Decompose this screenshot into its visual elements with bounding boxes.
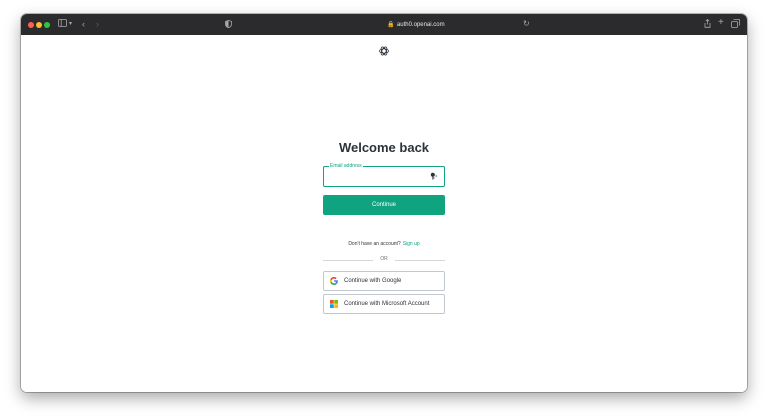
shield-icon[interactable] bbox=[225, 19, 232, 31]
sidebar-icon[interactable] bbox=[58, 18, 67, 30]
sign-up-link[interactable]: Sign up bbox=[403, 241, 420, 247]
continue-with-google-button[interactable]: Continue with Google bbox=[323, 271, 445, 291]
divider-line-right bbox=[395, 260, 445, 261]
microsoft-icon bbox=[330, 300, 338, 308]
microsoft-button-label: Continue with Microsoft Account bbox=[344, 301, 430, 307]
reload-icon[interactable]: ↻ bbox=[523, 18, 530, 30]
lock-icon: 🔒 bbox=[387, 22, 395, 28]
address-bar[interactable]: 🔒 auth0.openai.com bbox=[361, 20, 471, 30]
openai-logo-icon bbox=[379, 46, 389, 56]
email-field-label: Email address bbox=[329, 163, 363, 169]
key-icon[interactable] bbox=[430, 172, 438, 180]
tabs-overview-icon[interactable] bbox=[731, 19, 740, 31]
browser-window: ▾ ‹ › 🔒 auth0.openai.com ↻ + Welcome back bbox=[21, 14, 747, 392]
share-icon[interactable] bbox=[704, 18, 711, 31]
continue-button[interactable]: Continue bbox=[323, 195, 445, 215]
email-input[interactable] bbox=[327, 170, 431, 184]
zoom-window-button[interactable] bbox=[44, 22, 50, 28]
new-tab-icon[interactable]: + bbox=[718, 17, 724, 29]
divider-line-left bbox=[323, 260, 373, 261]
forward-icon[interactable]: › bbox=[96, 18, 99, 30]
continue-with-microsoft-button[interactable]: Continue with Microsoft Account bbox=[323, 294, 445, 314]
google-button-label: Continue with Google bbox=[344, 278, 402, 284]
signup-prompt: Don't have an account? Sign up bbox=[21, 241, 747, 247]
page-content: Welcome back Email address Continue Don'… bbox=[21, 35, 747, 392]
minimize-window-button[interactable] bbox=[36, 22, 42, 28]
no-account-text: Don't have an account? bbox=[348, 241, 401, 247]
back-icon[interactable]: ‹ bbox=[82, 18, 85, 30]
google-icon bbox=[330, 277, 338, 285]
url-text: auth0.openai.com bbox=[396, 22, 445, 28]
close-window-button[interactable] bbox=[28, 22, 34, 28]
divider-text: OR bbox=[380, 256, 388, 262]
sidebar-menu-chevron-icon[interactable]: ▾ bbox=[69, 18, 72, 30]
page-title: Welcome back bbox=[338, 140, 430, 155]
email-field[interactable]: Email address bbox=[323, 163, 445, 187]
browser-toolbar: ▾ ‹ › 🔒 auth0.openai.com ↻ + bbox=[21, 14, 747, 35]
